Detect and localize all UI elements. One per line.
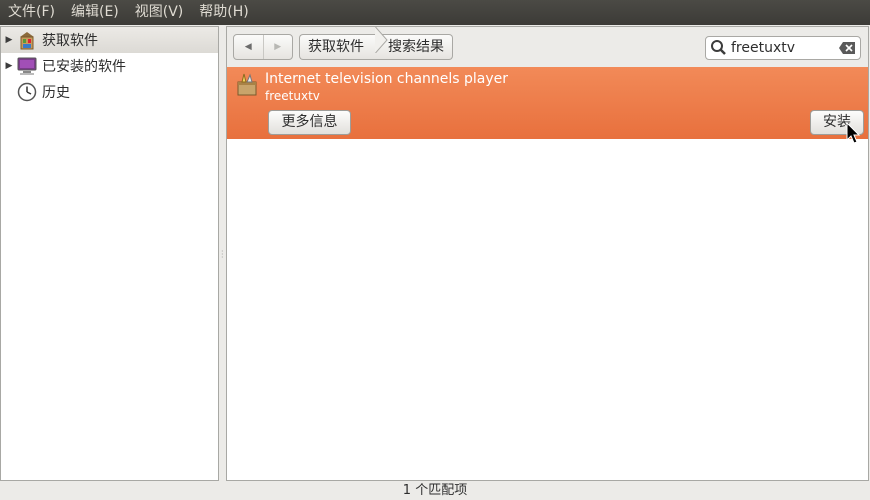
navigation-buttons: ◀ ▶ — [233, 34, 293, 60]
breadcrumb-separator-icon — [375, 27, 388, 53]
sidebar-item-label: 获取软件 — [42, 33, 98, 49]
sidebar-item-label: 已安装的软件 — [42, 59, 126, 75]
toolbar: ◀ ▶ 获取软件 搜索结果 freetuxtv — [227, 27, 868, 67]
sidebar: ▶ 获取软件 ▶ 已安装的软件 ▶ — [0, 26, 219, 481]
software-center-icon — [16, 29, 38, 51]
clear-search-icon[interactable] — [838, 41, 856, 55]
expander-arrow-icon[interactable]: ▶ — [2, 35, 16, 45]
forward-button[interactable]: ▶ — [262, 35, 293, 59]
pane-divider-handle[interactable]: · · · — [221, 248, 224, 262]
clock-icon — [16, 81, 38, 103]
status-bar: 1 个匹配项 — [0, 481, 870, 500]
computer-icon — [16, 55, 38, 77]
menu-edit[interactable]: 编辑(E) — [63, 0, 127, 25]
main-pane: ◀ ▶ 获取软件 搜索结果 freetuxtv Internet televis… — [226, 26, 869, 481]
sidebar-item-installed-software[interactable]: ▶ 已安装的软件 — [1, 53, 218, 79]
search-icon — [711, 40, 726, 55]
menu-file[interactable]: 文件(F) — [0, 0, 63, 25]
back-arrow-icon: ◀ — [244, 42, 252, 52]
package-icon — [237, 73, 257, 96]
more-info-button[interactable]: 更多信息 — [268, 110, 351, 135]
menu-view[interactable]: 视图(V) — [127, 0, 192, 25]
menubar: 文件(F) 编辑(E) 视图(V) 帮助(H) — [0, 0, 870, 25]
search-field[interactable]: freetuxtv — [705, 36, 861, 60]
app-package-name: freetuxtv — [265, 89, 320, 103]
expander-arrow-icon[interactable]: ▶ — [2, 61, 16, 71]
sidebar-item-history[interactable]: ▶ 历史 — [1, 79, 218, 105]
breadcrumb-search-results[interactable]: 搜索结果 — [380, 34, 453, 60]
app-title: Internet television channels player — [265, 71, 509, 87]
search-input[interactable]: freetuxtv — [729, 40, 838, 56]
sidebar-item-label: 历史 — [42, 85, 70, 101]
results-list: Internet television channels player free… — [227, 67, 868, 480]
forward-arrow-icon: ▶ — [274, 42, 282, 52]
menu-help[interactable]: 帮助(H) — [191, 0, 256, 25]
breadcrumb-get-software[interactable]: 获取软件 — [299, 34, 380, 60]
match-count-label: 1 个匹配项 — [402, 483, 468, 498]
list-item[interactable]: Internet television channels player free… — [227, 67, 868, 144]
back-button[interactable]: ◀ — [234, 35, 263, 59]
sidebar-item-get-software[interactable]: ▶ 获取软件 — [1, 27, 218, 53]
mouse-pointer-icon — [846, 122, 861, 144]
